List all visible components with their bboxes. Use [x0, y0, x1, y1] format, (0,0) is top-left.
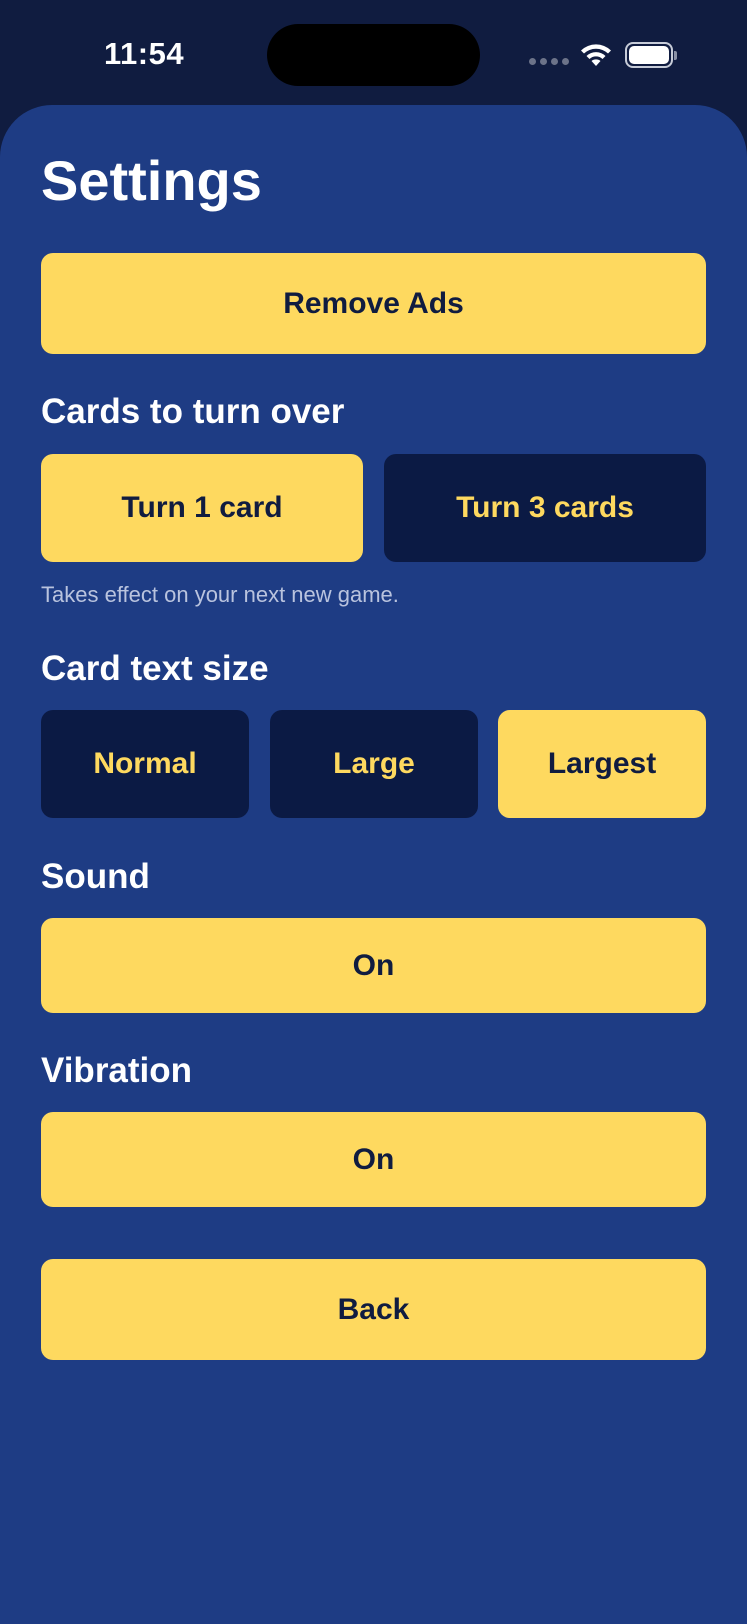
turn-3-cards-button[interactable]: Turn 3 cards [384, 454, 706, 562]
text-size-large-button[interactable]: Large [270, 710, 478, 818]
remove-ads-button[interactable]: Remove Ads [41, 253, 706, 354]
vibration-heading: Vibration [41, 1051, 193, 1090]
cards-to-turn-hint: Takes effect on your next new game. [41, 582, 399, 607]
back-button[interactable]: Back [41, 1259, 706, 1360]
status-bar: 11:54 [0, 0, 747, 106]
dynamic-island [267, 24, 480, 86]
text-size-largest-button[interactable]: Largest [498, 710, 706, 818]
text-size-normal-button[interactable]: Normal [41, 710, 249, 818]
turn-1-card-button[interactable]: Turn 1 card [41, 454, 363, 562]
sound-heading: Sound [41, 857, 150, 896]
cellular-signal-icon [529, 58, 569, 66]
vibration-toggle-button[interactable]: On [41, 1112, 706, 1207]
status-time: 11:54 [104, 36, 185, 71]
wifi-icon [581, 44, 611, 66]
page-title: Settings [41, 149, 262, 212]
cards-to-turn-heading: Cards to turn over [41, 392, 345, 431]
battery-icon [625, 42, 677, 68]
sound-toggle-button[interactable]: On [41, 918, 706, 1013]
card-text-size-heading: Card text size [41, 649, 269, 688]
